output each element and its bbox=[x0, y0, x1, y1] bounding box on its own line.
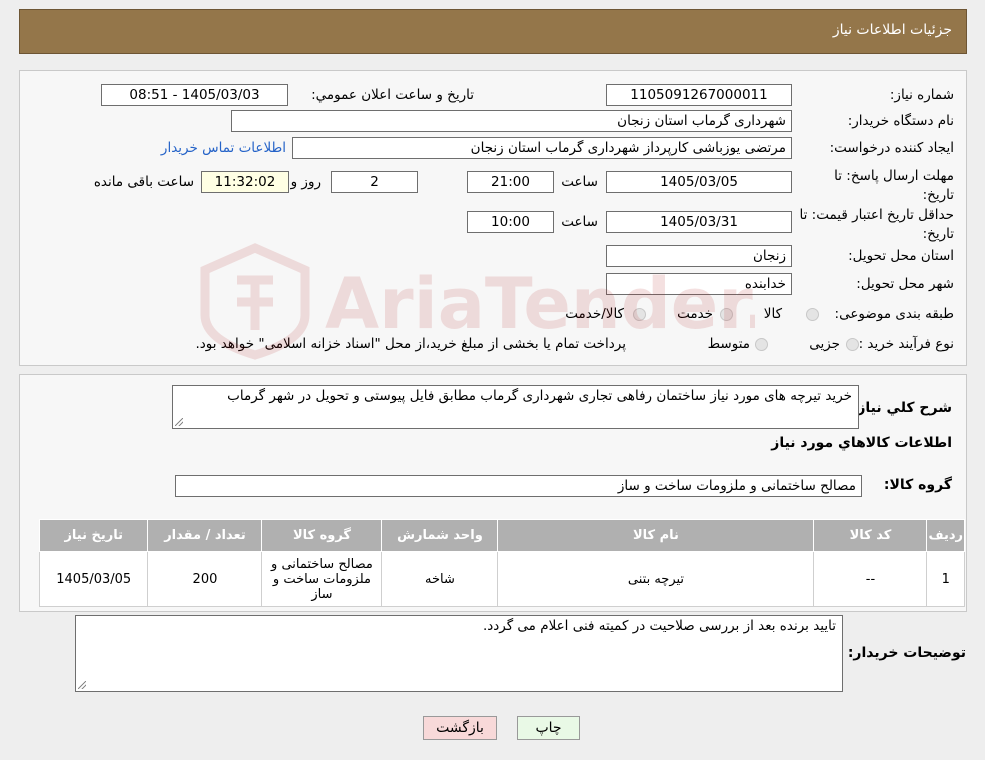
print-button[interactable]: چاپ bbox=[517, 716, 580, 740]
category-label: طبقه بندی موضوعی: bbox=[834, 306, 954, 322]
days-field: 2 bbox=[331, 171, 418, 193]
col-row: ردیف bbox=[926, 519, 965, 552]
goods-group-field: مصالح ساختمانی و ملزومات ساخت و ساز bbox=[175, 475, 862, 497]
validity-time-field: 10:00 bbox=[467, 211, 554, 233]
col-need-date: تاریخ نیاز bbox=[38, 519, 149, 552]
goods-table: ردیف کد کالا نام کالا واحد شمارش گروه کا… bbox=[38, 519, 965, 607]
category-radio-goods-service[interactable] bbox=[633, 308, 646, 321]
cell-quantity: 200 bbox=[147, 551, 263, 607]
cell-group: مصالح ساختمانی و ملزومات ساخت و ساز bbox=[261, 551, 383, 607]
province-label: استان محل تحویل: bbox=[848, 248, 954, 264]
resize-grip-icon[interactable] bbox=[175, 418, 183, 426]
validity-time-label: ساعت bbox=[561, 214, 598, 230]
cell-name: تیرچه بتنی bbox=[497, 551, 815, 607]
buyer-notes-label: توضیحات خریدار: bbox=[847, 645, 966, 661]
description-text: خرید تیرچه های مورد نیاز ساختمان رفاهی ت… bbox=[227, 388, 852, 404]
remaining-time-field: 11:32:02 bbox=[201, 171, 289, 193]
process-option-medium: متوسط bbox=[707, 336, 750, 352]
remaining-label: ساعت باقی مانده bbox=[93, 174, 194, 190]
col-quantity: تعداد / مقدار bbox=[147, 519, 263, 552]
cell-unit: شاخه bbox=[381, 551, 499, 607]
category-radio-goods[interactable] bbox=[806, 308, 819, 321]
buyer-notes-textarea: تایید برنده بعد از بررسی صلاحیت در کمیته… bbox=[75, 615, 843, 692]
deadline-time-field: 21:00 bbox=[467, 171, 554, 193]
category-option-goods: کالا bbox=[763, 306, 782, 322]
validity-date-field: 1405/03/31 bbox=[606, 211, 792, 233]
announce-field: 1405/03/03 - 08:51 bbox=[101, 84, 288, 106]
cell-need-date: 1405/03/05 bbox=[38, 551, 149, 607]
buyer-contact-link[interactable]: اطلاعات تماس خریدار bbox=[161, 140, 286, 156]
buyer-field: شهرداری گرماب استان زنجان bbox=[231, 110, 792, 132]
buyer-notes-text: تایید برنده بعد از بررسی صلاحیت در کمیته… bbox=[482, 618, 836, 634]
days-label: روز و bbox=[290, 174, 321, 190]
table-header-row: ردیف کد کالا نام کالا واحد شمارش گروه کا… bbox=[38, 519, 965, 552]
description-textarea: خرید تیرچه های مورد نیاز ساختمان رفاهی ت… bbox=[172, 385, 859, 429]
province-field: زنجان bbox=[606, 245, 792, 267]
city-field: خدابنده bbox=[606, 273, 792, 295]
col-name: نام کالا bbox=[497, 519, 815, 552]
category-radio-service[interactable] bbox=[720, 308, 733, 321]
cell-row: 1 bbox=[926, 551, 965, 607]
col-code: کد کالا bbox=[813, 519, 928, 552]
need-number-label: شماره نیاز: bbox=[889, 87, 954, 103]
creator-label: ایجاد کننده درخواست: bbox=[829, 140, 954, 156]
process-note: پرداخت تمام یا بخشی از مبلغ خرید،از محل … bbox=[195, 336, 626, 352]
deadline-date-field: 1405/03/05 bbox=[606, 171, 792, 193]
description-label: شرح کلي نیاز: bbox=[851, 400, 952, 416]
city-label: شهر محل تحویل: bbox=[856, 276, 954, 292]
process-radio-minor[interactable] bbox=[846, 338, 859, 351]
deadline-label: مهلت ارسال پاسخ: تا تاریخ: bbox=[834, 168, 954, 203]
goods-info-title: اطلاعات کالاهاي مورد نیاز bbox=[771, 435, 952, 451]
col-group: گروه کالا bbox=[261, 519, 383, 552]
process-option-minor: جزیی bbox=[809, 336, 840, 352]
back-button[interactable]: بازگشت bbox=[423, 716, 497, 740]
announce-label: تاریخ و ساعت اعلان عمومي: bbox=[311, 87, 474, 103]
goods-group-label: گروه کالا: bbox=[883, 477, 952, 493]
page-title: جزئیات اطلاعات نیاز bbox=[832, 22, 952, 38]
process-radio-medium[interactable] bbox=[755, 338, 768, 351]
validity-label: حداقل تاریخ اعتبار قیمت: تا تاریخ: bbox=[799, 207, 954, 242]
buyer-label: نام دستگاه خریدار: bbox=[847, 113, 954, 129]
col-unit: واحد شمارش bbox=[381, 519, 499, 552]
process-label: نوع فرآیند خرید : bbox=[858, 336, 954, 352]
table-row: 1 -- تیرچه بتنی شاخه مصالح ساختمانی و مل… bbox=[38, 551, 965, 607]
page-header: جزئیات اطلاعات نیاز bbox=[19, 9, 967, 54]
resize-grip-icon[interactable] bbox=[78, 681, 86, 689]
need-number-field: 1105091267000011 bbox=[606, 84, 792, 106]
cell-code: -- bbox=[813, 551, 928, 607]
creator-field: مرتضی یوزباشی کارپرداز شهرداری گرماب است… bbox=[292, 137, 792, 159]
category-option-goods-service: کالا/خدمت bbox=[565, 306, 624, 322]
category-option-service: خدمت bbox=[677, 306, 713, 322]
deadline-time-label: ساعت bbox=[561, 174, 598, 190]
need-details-panel: شماره نیاز: 1105091267000011 تاریخ و ساع… bbox=[19, 70, 967, 366]
